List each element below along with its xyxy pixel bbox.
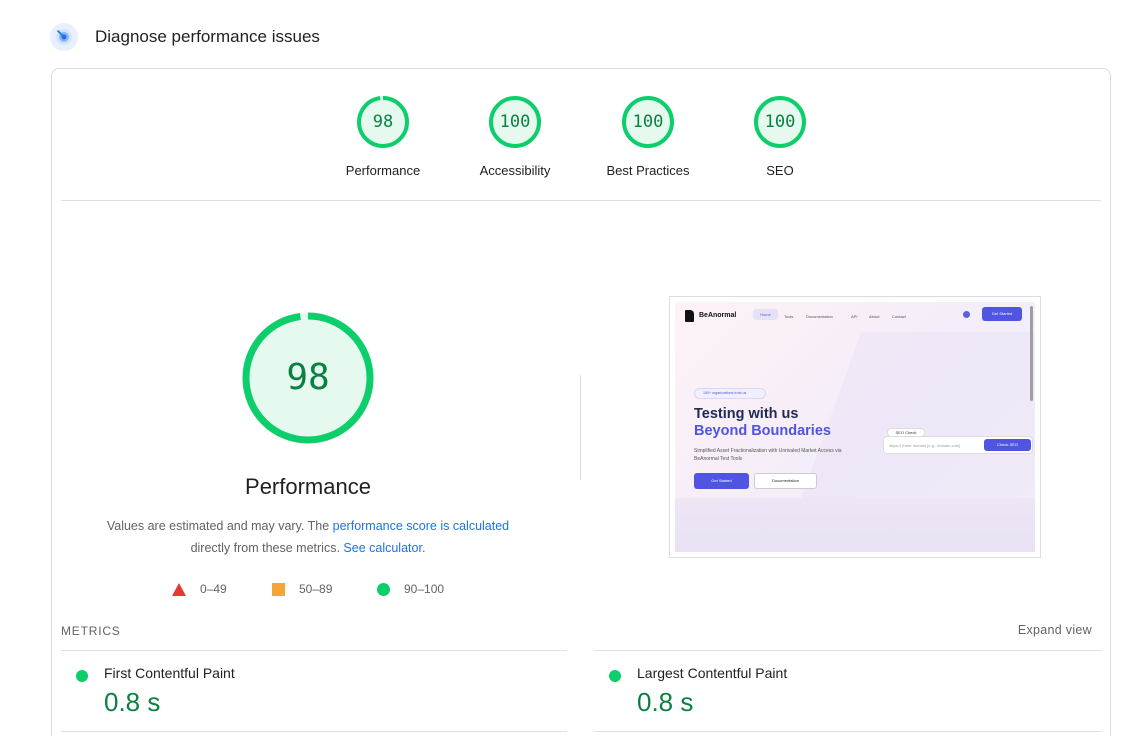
page-screenshot[interactable]: BeAnormal Home Tools Documentation API A… xyxy=(669,296,1041,558)
site-logo-icon xyxy=(685,310,694,322)
trust-pill: 150+ organizations trust us xyxy=(694,388,766,399)
section-title: Diagnose performance issues xyxy=(95,27,320,46)
nav-api: API xyxy=(851,314,858,319)
see-calculator-link[interactable]: See calculator xyxy=(343,541,422,555)
gauge-label: Accessibility xyxy=(479,163,551,178)
gauge-best-practices[interactable]: 100 Best Practices xyxy=(588,95,708,178)
legend-average: 50–89 xyxy=(272,579,332,599)
gauge-seo[interactable]: 100 SEO xyxy=(720,95,840,178)
performance-gauge: 98 xyxy=(241,311,375,445)
legend-range: 0–49 xyxy=(200,582,227,596)
gauge-label: Best Practices xyxy=(606,163,690,178)
legend-range: 90–100 xyxy=(404,582,445,596)
screenshot-content: BeAnormal Home Tools Documentation API A… xyxy=(675,302,1035,552)
pass-icon xyxy=(609,670,621,682)
theme-toggle-icon xyxy=(963,311,970,318)
section-header: Diagnose performance issues xyxy=(50,22,320,52)
score-calculated-link[interactable]: performance score is calculated xyxy=(333,519,509,533)
legend-fail: 0–49 xyxy=(172,579,227,599)
desc-text: Values are estimated and may vary. The xyxy=(106,519,333,533)
metric-fcp: First Contentful Paint 0.8 s xyxy=(76,665,556,725)
metric-name: First Contentful Paint xyxy=(104,665,235,681)
screenshot-scrollbar xyxy=(1030,306,1033,401)
metrics-title: METRICS xyxy=(61,624,121,638)
legend-pass: 90–100 xyxy=(377,579,444,599)
nav-tools: Tools xyxy=(784,314,794,319)
gauge-ring: 98 xyxy=(356,95,410,149)
gauge-ring: 100 xyxy=(488,95,542,149)
metrics-divider xyxy=(61,650,567,651)
pass-icon xyxy=(76,670,88,682)
gauges-divider xyxy=(61,200,1101,201)
metric-value: 0.8 s xyxy=(637,687,694,717)
site-nav: BeAnormal Home Tools Documentation API A… xyxy=(675,302,1035,332)
hero-line-1: Testing with us xyxy=(694,406,799,422)
performance-label: Performance xyxy=(245,474,371,499)
hero-subtitle: Simplified Asset Fractionalization with … xyxy=(694,448,842,462)
circle-icon xyxy=(377,582,390,596)
hero-line-2: Beyond Boundaries xyxy=(694,423,831,439)
metric-value: 0.8 s xyxy=(104,687,161,717)
gauge-score: 100 xyxy=(499,112,531,132)
gauge-accessibility[interactable]: 100 Accessibility xyxy=(455,95,575,178)
seo-check-box: https:// Enter domain (e.g., domain.com)… xyxy=(883,436,1033,454)
seo-check-button: Check SEO xyxy=(984,439,1031,451)
gauge-icon xyxy=(50,23,78,51)
nav-cta-button: Get Started xyxy=(982,307,1022,321)
report-card: 98 Performance 100 Accessibility 100 Bes… xyxy=(51,68,1111,736)
gauge-ring: 100 xyxy=(621,95,675,149)
vertical-divider xyxy=(580,375,581,480)
desc-text: directly from these metrics. xyxy=(190,541,344,555)
performance-description: Values are estimated and may vary. The p… xyxy=(78,515,538,559)
hero-line-2-text: Beyond Boundaries xyxy=(694,423,831,439)
metrics-divider xyxy=(594,731,1102,732)
score-legend: 0–49 50–89 90–100 xyxy=(52,579,564,599)
nav-contact: Contact xyxy=(892,314,906,319)
performance-score: 98 xyxy=(286,357,330,398)
gauge-ring: 100 xyxy=(753,95,807,149)
gauge-performance[interactable]: 98 Performance xyxy=(323,95,443,178)
gauge-label: SEO xyxy=(766,163,794,178)
gauge-score: 98 xyxy=(372,112,394,132)
metrics-divider xyxy=(61,731,567,732)
background-band xyxy=(675,498,1035,552)
metrics-divider xyxy=(594,650,1102,651)
nav-home: Home xyxy=(753,309,778,320)
nav-documentation: Documentation xyxy=(806,314,833,319)
square-icon xyxy=(272,582,285,596)
metric-lcp: Largest Contentful Paint 0.8 s xyxy=(609,665,1089,725)
desc-text: . xyxy=(421,541,426,555)
nav-about: About xyxy=(869,314,880,319)
expand-view-button[interactable]: Expand view xyxy=(1018,623,1092,637)
triangle-icon xyxy=(172,582,186,596)
gauge-score: 100 xyxy=(764,112,796,132)
hero-get-started: Get Started xyxy=(694,473,749,489)
hero-documentation: Documentation xyxy=(754,473,817,489)
metric-name: Largest Contentful Paint xyxy=(637,665,788,681)
gauge-score: 100 xyxy=(632,112,664,132)
category-gauges: 98 Performance 100 Accessibility 100 Bes… xyxy=(52,69,1110,200)
seo-input: https:// Enter domain (e.g., domain.com) xyxy=(889,443,961,448)
legend-range: 50–89 xyxy=(299,582,333,596)
site-logo-text: BeAnormal xyxy=(699,312,737,319)
gauge-label: Performance xyxy=(345,163,421,178)
